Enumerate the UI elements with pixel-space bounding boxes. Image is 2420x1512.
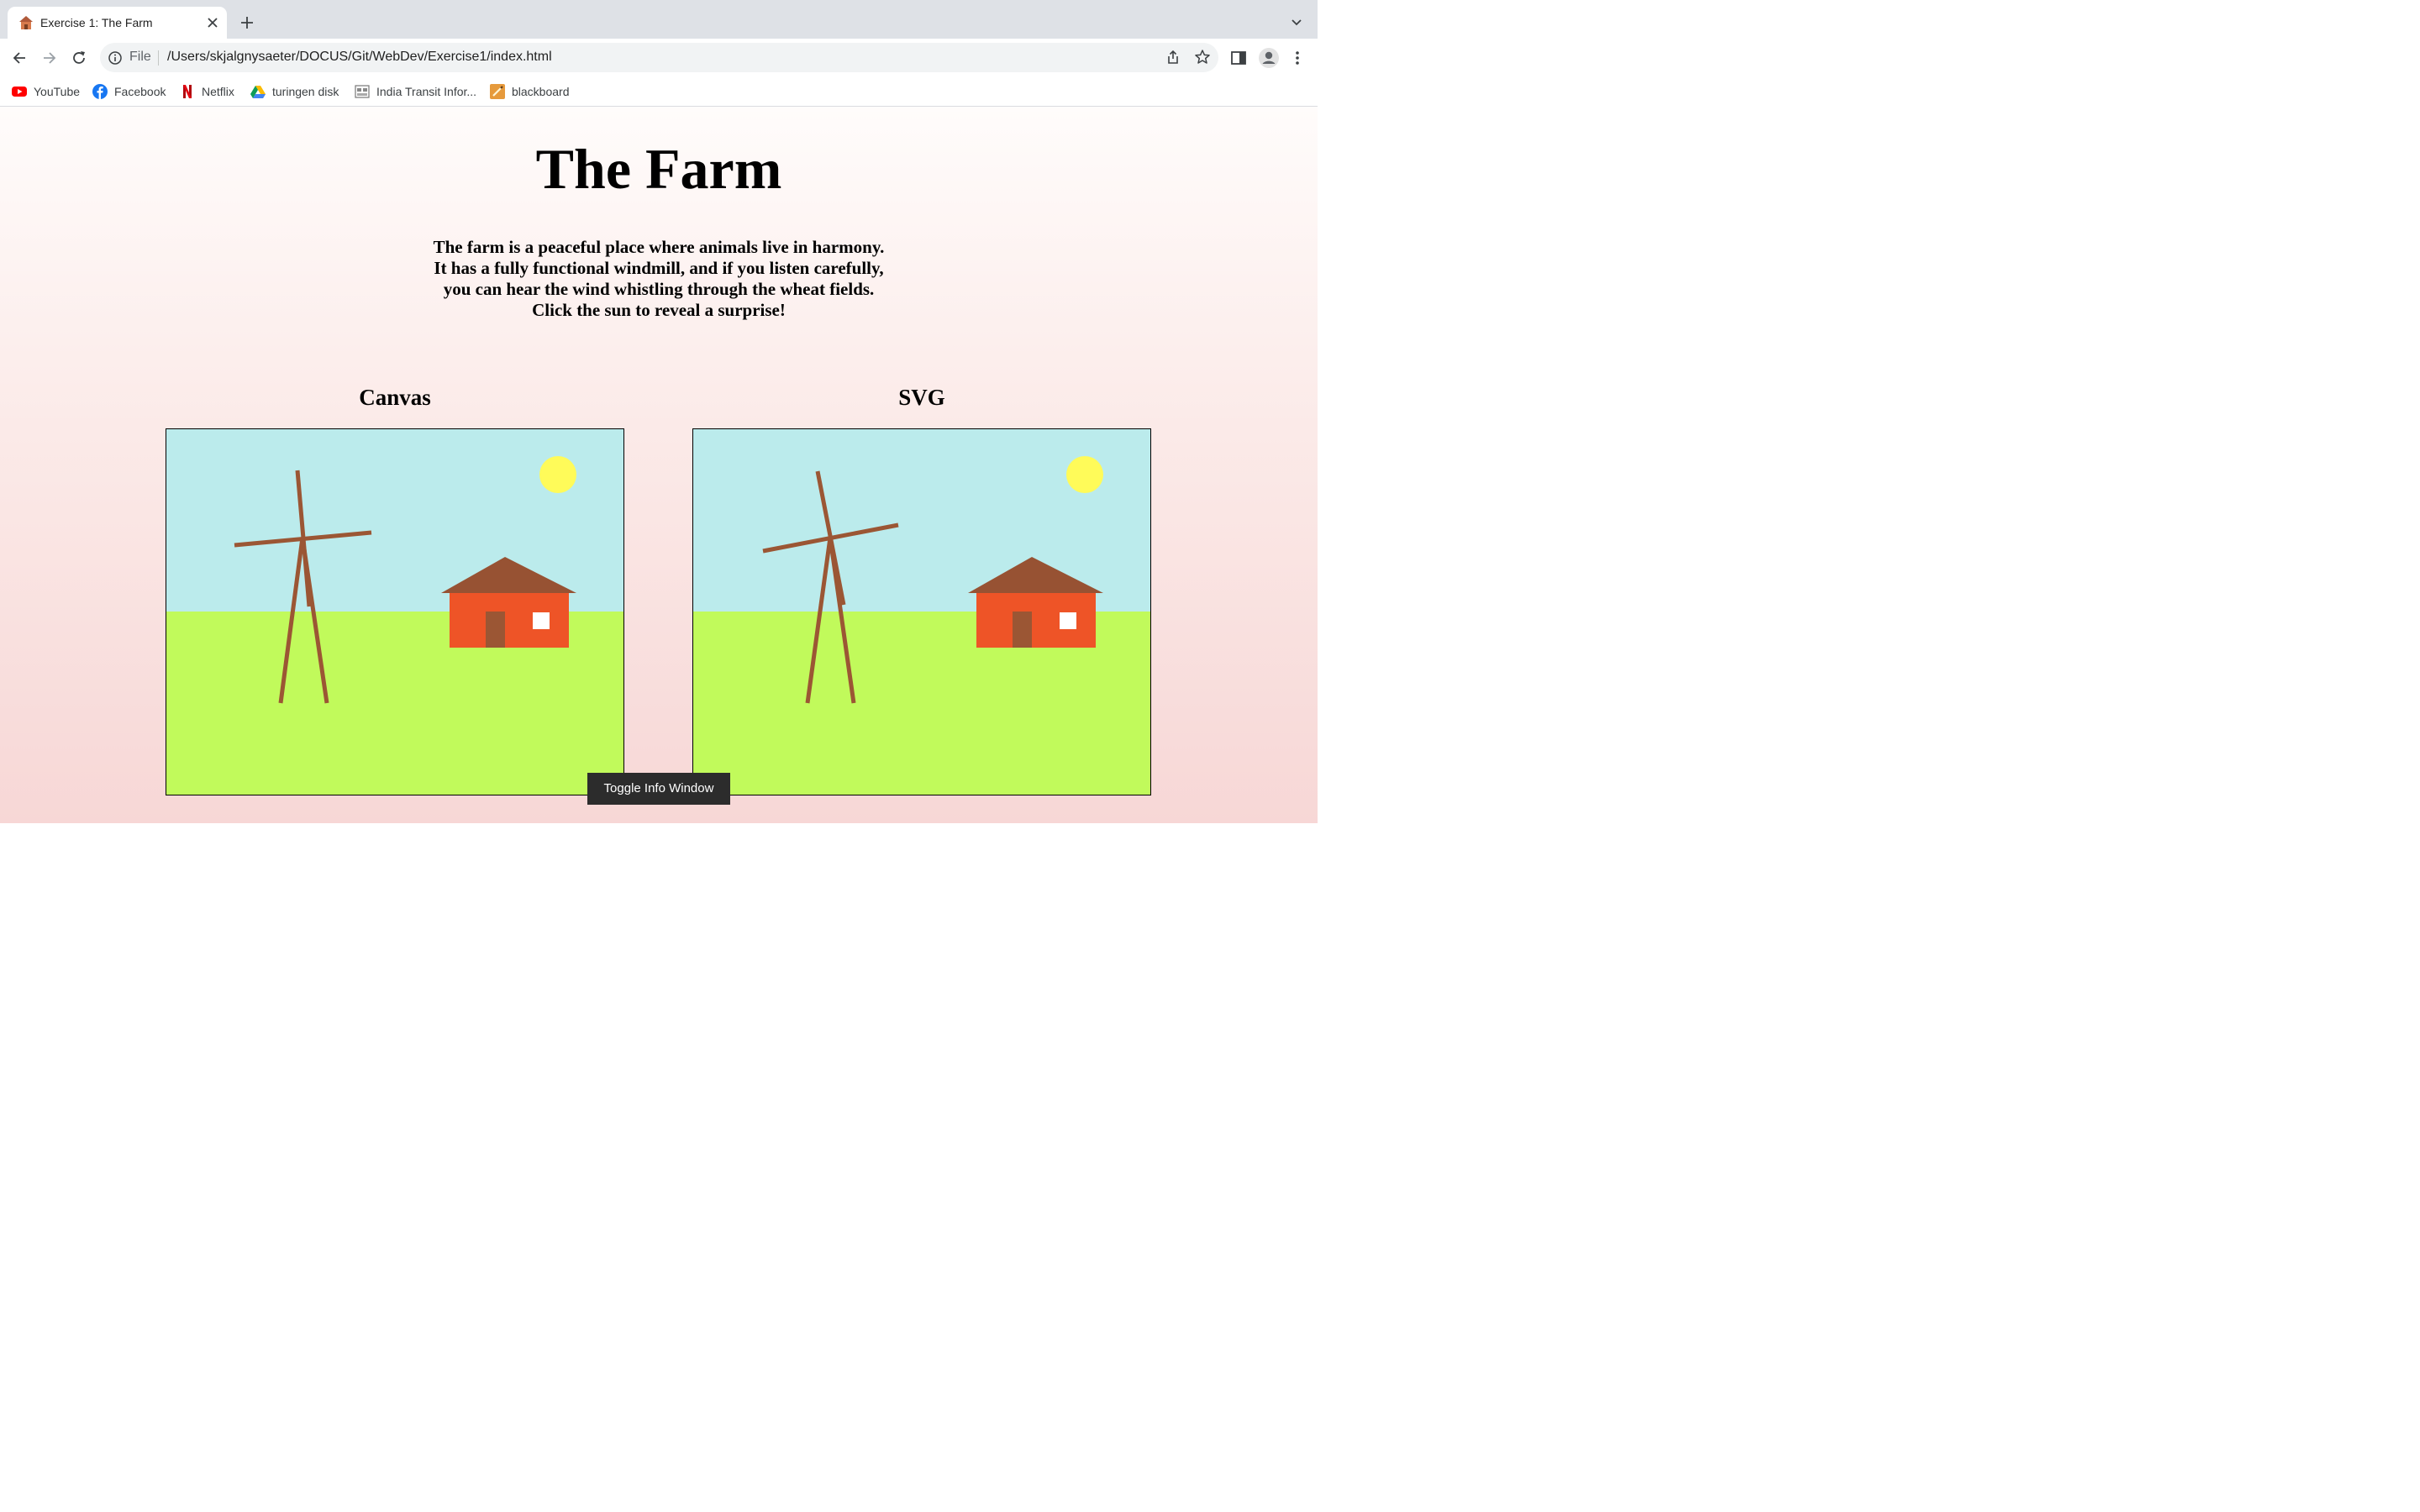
bookmark-label: blackboard: [512, 85, 570, 98]
page-title: The Farm: [535, 137, 782, 201]
profile-avatar-icon[interactable]: [1258, 47, 1280, 69]
house-wall: [976, 591, 1096, 648]
bookmark-label: India Transit Infor...: [376, 85, 477, 98]
more-menu-icon[interactable]: [1288, 49, 1307, 67]
youtube-icon: [12, 87, 27, 97]
bookmark-turingen-disk[interactable]: turingen disk: [250, 83, 339, 100]
side-panel-icon[interactable]: [1229, 49, 1248, 67]
google-drive-icon: [250, 86, 266, 98]
sun[interactable]: [1066, 456, 1103, 493]
forward-icon[interactable]: [40, 49, 59, 67]
farm-favicon-icon: [19, 16, 33, 29]
address-url[interactable]: /Users/skjalgnysaeter/DOCUS/Git/WebDev/E…: [167, 50, 552, 65]
canvas-scene[interactable]: [166, 428, 624, 795]
bookmarks-bar: YouTube Facebook Netflix turingen disk I…: [0, 76, 1318, 107]
svg-scene[interactable]: [692, 428, 1151, 795]
address-bar[interactable]: File /Users/skjalgnysaeter/DOCUS/Git/Web…: [100, 43, 1218, 72]
sun[interactable]: [539, 456, 576, 493]
canvas-heading: Canvas: [359, 385, 431, 410]
house-wall: [450, 591, 569, 648]
bookmark-star-icon[interactable]: [1194, 49, 1211, 66]
bookmark-netflix[interactable]: Netflix: [180, 83, 234, 100]
house-window: [533, 612, 550, 629]
bookmark-india-transit[interactable]: India Transit Infor...: [355, 83, 476, 100]
netflix-icon: [183, 85, 192, 98]
house-door: [1013, 612, 1032, 648]
bookmark-youtube[interactable]: YouTube: [12, 83, 80, 100]
bookmark-blackboard[interactable]: blackboard: [490, 83, 570, 100]
active-tab[interactable]: Exercise 1: The Farm: [8, 7, 227, 39]
blackboard-icon: [490, 84, 505, 99]
close-tab-icon[interactable]: [206, 16, 219, 29]
transit-icon: [355, 85, 370, 98]
page-content: The Farm The farm is a peaceful place wh…: [0, 107, 1318, 823]
bookmark-label: Facebook: [114, 85, 166, 98]
toggle-info-window-button[interactable]: Toggle Info Window: [587, 773, 730, 805]
address-scheme: File: [129, 50, 151, 64]
back-icon[interactable]: [10, 49, 29, 67]
bookmark-label: turingen disk: [272, 85, 339, 98]
facebook-icon: [92, 84, 108, 99]
svg-heading: SVG: [898, 385, 945, 410]
bookmark-facebook[interactable]: Facebook: [92, 83, 166, 100]
new-tab-icon[interactable]: [239, 14, 255, 31]
bookmark-label: Netflix: [202, 85, 234, 98]
house-window: [1060, 612, 1076, 629]
reload-icon[interactable]: [70, 49, 88, 67]
page-description: The farm is a peaceful place where anima…: [433, 237, 885, 320]
info-icon[interactable]: [108, 50, 123, 66]
browser-toolbar: File /Users/skjalgnysaeter/DOCUS/Git/Web…: [0, 39, 1318, 76]
tab-title: Exercise 1: The Farm: [40, 16, 153, 29]
house-door: [486, 612, 505, 648]
bookmark-label: YouTube: [34, 85, 81, 98]
address-separator: [158, 50, 159, 66]
tab-search-chevron-icon[interactable]: [1290, 16, 1303, 29]
tab-strip: Exercise 1: The Farm: [0, 0, 1318, 39]
share-icon[interactable]: [1165, 50, 1181, 65]
